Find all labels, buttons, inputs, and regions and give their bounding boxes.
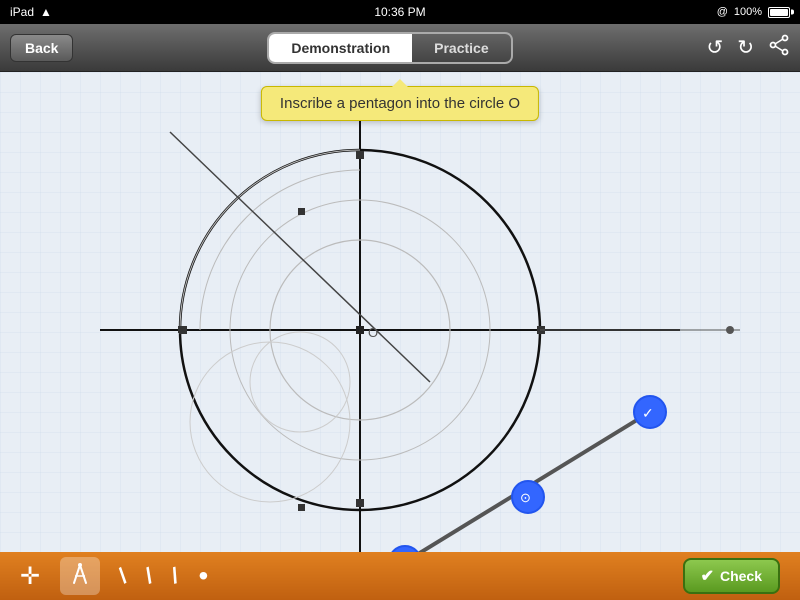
tab-group: Demonstration Practice (267, 32, 512, 64)
drawing-layer: ↻ ⊙ ✓ O (0, 72, 800, 552)
check-icon: ✔ (701, 566, 714, 586)
line-tool-3[interactable]: / (169, 563, 182, 590)
construct-tool[interactable] (60, 557, 100, 595)
instruction-tooltip: Inscribe a pentagon into the circle O (261, 86, 539, 121)
wifi-icon: ▲ (40, 5, 52, 19)
at-sign: @ (717, 6, 728, 18)
line-tool-2[interactable]: / (142, 563, 157, 590)
redo-icon[interactable]: ↻ (737, 35, 754, 60)
canvas-area: ↻ ⊙ ✓ O Inscribe a pentagon into the cir… (0, 72, 800, 552)
dot-tool[interactable]: • (198, 562, 208, 590)
battery-icon (768, 7, 790, 18)
tab-practice[interactable]: Practice (412, 34, 510, 62)
undo-icon[interactable]: ↺ (706, 35, 723, 60)
nav-right: ↺ ↻ (706, 34, 790, 62)
share-icon[interactable] (768, 34, 790, 62)
nav-bar: Back Demonstration Practice ↺ ↻ (0, 24, 800, 72)
svg-text:✓: ✓ (642, 405, 654, 421)
line-tool-1[interactable]: / (114, 563, 132, 589)
check-label: Check (720, 568, 762, 584)
time-display: 10:36 PM (374, 5, 425, 19)
carrier-label: iPad (10, 5, 34, 19)
bottom-toolbar: ✛ / / / • ✔ Check (0, 552, 800, 600)
battery-label: 100% (734, 6, 762, 18)
tab-demonstration[interactable]: Demonstration (269, 34, 412, 62)
svg-text:⊙: ⊙ (520, 490, 531, 505)
status-bar: iPad ▲ 10:36 PM @ 100% (0, 0, 800, 24)
center-label: O (368, 325, 378, 340)
back-button[interactable]: Back (10, 34, 73, 62)
move-tool[interactable]: ✛ (20, 562, 40, 591)
check-button[interactable]: ✔ Check (683, 558, 780, 594)
tool-icons: ✛ / / / • (20, 557, 208, 595)
tooltip-text: Inscribe a pentagon into the circle O (280, 95, 520, 112)
